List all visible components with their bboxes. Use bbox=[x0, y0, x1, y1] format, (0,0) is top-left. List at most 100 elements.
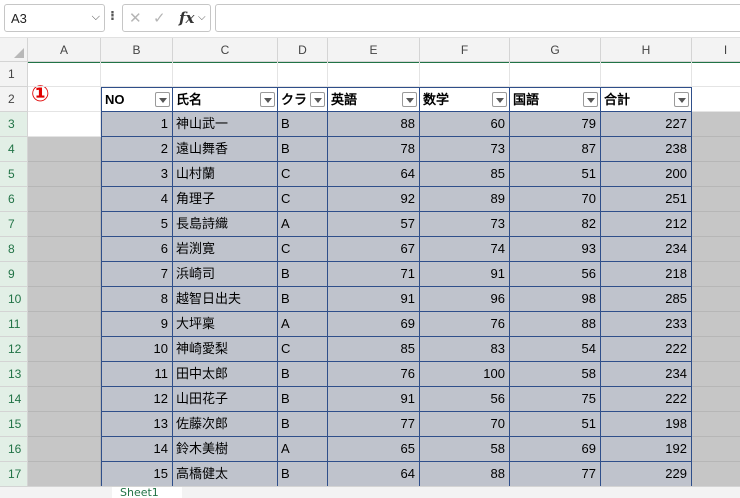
table-cell-cls[interactable]: B bbox=[278, 362, 328, 387]
column-header-a[interactable]: A bbox=[28, 38, 101, 62]
grid-cell[interactable] bbox=[28, 162, 101, 187]
grid-cell[interactable] bbox=[28, 462, 101, 486]
table-cell-math[interactable]: 85 bbox=[420, 162, 510, 187]
table-cell-name[interactable]: 大坪稟 bbox=[173, 312, 278, 337]
table-cell-no[interactable]: 15 bbox=[101, 462, 173, 486]
table-cell-name[interactable]: 山村蘭 bbox=[173, 162, 278, 187]
row-header-16[interactable]: 16 bbox=[0, 437, 28, 462]
table-cell-name[interactable]: 佐藤次郎 bbox=[173, 412, 278, 437]
table-cell-math[interactable]: 96 bbox=[420, 287, 510, 312]
column-header-f[interactable]: F bbox=[420, 38, 510, 62]
chevron-down-icon[interactable]: ⌵ bbox=[198, 12, 206, 23]
row-header-7[interactable]: 7 bbox=[0, 212, 28, 237]
table-header-cell[interactable]: NO bbox=[101, 87, 173, 112]
table-cell-total[interactable]: 198 bbox=[601, 412, 692, 437]
table-cell-no[interactable]: 1 bbox=[101, 112, 173, 137]
table-cell-total[interactable]: 227 bbox=[601, 112, 692, 137]
row-header-13[interactable]: 13 bbox=[0, 362, 28, 387]
table-cell-jpn[interactable]: 69 bbox=[510, 437, 601, 462]
grid-cell[interactable] bbox=[692, 362, 740, 387]
grid-cell[interactable] bbox=[692, 287, 740, 312]
table-cell-no[interactable]: 9 bbox=[101, 312, 173, 337]
grid-cell[interactable] bbox=[692, 137, 740, 162]
grid-cell[interactable] bbox=[28, 337, 101, 362]
row-header-17[interactable]: 17 bbox=[0, 462, 28, 486]
row-header-5[interactable]: 5 bbox=[0, 162, 28, 187]
table-cell-math[interactable]: 58 bbox=[420, 437, 510, 462]
row-header-9[interactable]: 9 bbox=[0, 262, 28, 287]
row-header-10[interactable]: 10 bbox=[0, 287, 28, 312]
grid-cell[interactable] bbox=[510, 62, 601, 87]
table-cell-jpn[interactable]: 58 bbox=[510, 362, 601, 387]
table-cell-jpn[interactable]: 87 bbox=[510, 137, 601, 162]
table-cell-no[interactable]: 7 bbox=[101, 262, 173, 287]
table-cell-cls[interactable]: B bbox=[278, 137, 328, 162]
table-cell-eng[interactable]: 91 bbox=[328, 387, 420, 412]
table-cell-no[interactable]: 5 bbox=[101, 212, 173, 237]
table-cell-total[interactable]: 251 bbox=[601, 187, 692, 212]
grid-cell[interactable] bbox=[28, 262, 101, 287]
table-cell-math[interactable]: 83 bbox=[420, 337, 510, 362]
formula-input[interactable] bbox=[215, 4, 740, 32]
grid-cell[interactable] bbox=[28, 362, 101, 387]
filter-dropdown-icon[interactable] bbox=[260, 92, 275, 107]
grid-cell[interactable] bbox=[28, 87, 101, 112]
grid-cell[interactable] bbox=[692, 162, 740, 187]
table-cell-eng[interactable]: 64 bbox=[328, 462, 420, 486]
row-header-3[interactable]: 3 bbox=[0, 112, 28, 137]
table-cell-cls[interactable]: C bbox=[278, 337, 328, 362]
table-cell-name[interactable]: 山田花子 bbox=[173, 387, 278, 412]
table-cell-math[interactable]: 100 bbox=[420, 362, 510, 387]
grid-cell[interactable] bbox=[692, 262, 740, 287]
table-cell-name[interactable]: 高橋健太 bbox=[173, 462, 278, 486]
table-cell-jpn[interactable]: 82 bbox=[510, 212, 601, 237]
table-cell-jpn[interactable]: 93 bbox=[510, 237, 601, 262]
cancel-icon[interactable]: ✕ bbox=[129, 9, 142, 27]
table-cell-eng[interactable]: 78 bbox=[328, 137, 420, 162]
table-cell-no[interactable]: 13 bbox=[101, 412, 173, 437]
table-cell-no[interactable]: 8 bbox=[101, 287, 173, 312]
table-header-cell[interactable]: 合計 bbox=[601, 87, 692, 112]
table-header-cell[interactable]: 氏名 bbox=[173, 87, 278, 112]
table-cell-jpn[interactable]: 54 bbox=[510, 337, 601, 362]
grid-cell[interactable] bbox=[692, 337, 740, 362]
table-cell-eng[interactable]: 71 bbox=[328, 262, 420, 287]
table-cell-name[interactable]: 越智日出夫 bbox=[173, 287, 278, 312]
table-cell-jpn[interactable]: 98 bbox=[510, 287, 601, 312]
grid-cell[interactable] bbox=[28, 312, 101, 337]
table-cell-total[interactable]: 285 bbox=[601, 287, 692, 312]
grid-cell[interactable] bbox=[101, 62, 173, 87]
table-cell-eng[interactable]: 77 bbox=[328, 412, 420, 437]
table-cell-cls[interactable]: B bbox=[278, 287, 328, 312]
grid-cell[interactable] bbox=[601, 62, 692, 87]
table-cell-no[interactable]: 3 bbox=[101, 162, 173, 187]
grid-cell[interactable] bbox=[692, 212, 740, 237]
table-cell-cls[interactable]: A bbox=[278, 312, 328, 337]
table-cell-total[interactable]: 229 bbox=[601, 462, 692, 486]
table-cell-cls[interactable]: B bbox=[278, 387, 328, 412]
table-cell-name[interactable]: 神山武一 bbox=[173, 112, 278, 137]
table-cell-math[interactable]: 73 bbox=[420, 212, 510, 237]
grid-cell[interactable] bbox=[28, 112, 101, 137]
table-cell-jpn[interactable]: 79 bbox=[510, 112, 601, 137]
table-cell-total[interactable]: 234 bbox=[601, 237, 692, 262]
table-cell-total[interactable]: 200 bbox=[601, 162, 692, 187]
grid-cell[interactable] bbox=[692, 437, 740, 462]
select-all-button[interactable] bbox=[0, 38, 28, 62]
grid-cell[interactable] bbox=[692, 387, 740, 412]
table-cell-jpn[interactable]: 77 bbox=[510, 462, 601, 486]
table-cell-name[interactable]: 角理子 bbox=[173, 187, 278, 212]
table-cell-total[interactable]: 192 bbox=[601, 437, 692, 462]
table-cell-total[interactable]: 222 bbox=[601, 337, 692, 362]
table-cell-no[interactable]: 14 bbox=[101, 437, 173, 462]
table-cell-eng[interactable]: 88 bbox=[328, 112, 420, 137]
table-cell-no[interactable]: 2 bbox=[101, 137, 173, 162]
table-cell-name[interactable]: 田中太郎 bbox=[173, 362, 278, 387]
table-cell-total[interactable]: 238 bbox=[601, 137, 692, 162]
column-header-g[interactable]: G bbox=[510, 38, 601, 62]
table-cell-name[interactable]: 鈴木美樹 bbox=[173, 437, 278, 462]
grid-cell[interactable] bbox=[692, 462, 740, 486]
table-cell-no[interactable]: 10 bbox=[101, 337, 173, 362]
grid-cell[interactable] bbox=[692, 237, 740, 262]
row-header-4[interactable]: 4 bbox=[0, 137, 28, 162]
